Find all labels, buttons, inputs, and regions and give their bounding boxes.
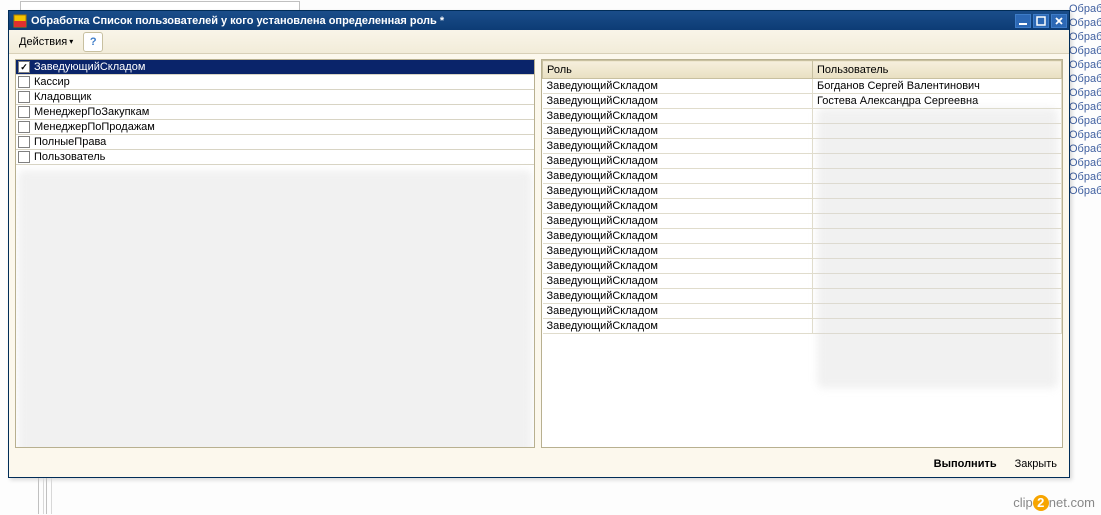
close-button[interactable] (1051, 14, 1067, 28)
role-row[interactable]: ПолныеПрава (16, 135, 534, 150)
cell-role: ЗаведующийСкладом (543, 139, 813, 154)
maximize-button[interactable] (1033, 14, 1049, 28)
cell-role: ЗаведующийСкладом (543, 304, 813, 319)
background-splitter-1 (38, 478, 44, 514)
cell-role: ЗаведующийСкладом (543, 154, 813, 169)
cell-user: Гостева Александра Сергеевна (813, 94, 1062, 109)
watermark-2: 2 (1033, 495, 1049, 511)
role-row[interactable]: МенеджерПоЗакупкам (16, 105, 534, 120)
background-text: Обрабс (1069, 114, 1099, 128)
background-text: Обрабс (1069, 72, 1099, 86)
background-text: Обрабс (1069, 184, 1099, 198)
titlebar: Обработка Список пользователей у кого ус… (9, 11, 1069, 30)
help-button[interactable]: ? (83, 32, 103, 52)
cell-role: ЗаведующийСкладом (543, 169, 813, 184)
actions-menu-label: Действия (19, 36, 67, 48)
role-label: ЗаведующийСкладом (34, 61, 145, 73)
cell-role: ЗаведующийСкладом (543, 94, 813, 109)
close-icon (1054, 16, 1064, 26)
background-text: Обрабс (1069, 170, 1099, 184)
results-panel: Роль Пользователь ЗаведующийСкладомБогда… (541, 59, 1063, 448)
roles-checklist: ЗаведующийСкладом Кассир Кладовщик Менеджер… (16, 60, 534, 165)
role-row[interactable]: ЗаведующийСкладом (16, 60, 534, 75)
table-row[interactable]: ЗаведующийСкладомБогданов Сергей Валенти… (543, 79, 1062, 94)
cell-role: ЗаведующийСкладом (543, 184, 813, 199)
watermark-net: net (1049, 495, 1067, 510)
role-row[interactable]: Пользователь (16, 150, 534, 165)
content-area: ЗаведующийСкладом Кассир Кладовщик Менеджер… (9, 54, 1069, 451)
column-header-user[interactable]: Пользователь (813, 61, 1062, 79)
role-checkbox[interactable] (18, 106, 30, 118)
role-checkbox[interactable] (18, 121, 30, 133)
role-checkbox[interactable] (18, 76, 30, 88)
execute-button[interactable]: Выполнить (930, 456, 1001, 472)
actions-menu[interactable]: Действия ▾ (13, 34, 79, 50)
cell-role: ЗаведующийСкладом (543, 79, 813, 94)
role-label: Кладовщик (34, 91, 91, 103)
role-label: Кассир (34, 76, 70, 88)
background-text: Обрабс (1069, 142, 1099, 156)
table-row[interactable]: ЗаведующийСкладомГостева Александра Серг… (543, 94, 1062, 109)
column-header-role[interactable]: Роль (543, 61, 813, 79)
role-label: ПолныеПрава (34, 136, 106, 148)
background-text: Обрабс (1069, 58, 1099, 72)
window-title: Обработка Список пользователей у кого ус… (31, 15, 1015, 27)
cell-role: ЗаведующийСкладом (543, 124, 813, 139)
background-text: Обрабс (1069, 86, 1099, 100)
watermark-com: .com (1067, 495, 1095, 510)
role-row[interactable]: Кассир (16, 75, 534, 90)
role-checkbox[interactable] (18, 136, 30, 148)
redacted-roles-area (18, 170, 532, 448)
minimize-button[interactable] (1015, 14, 1031, 28)
role-row[interactable]: Кладовщик (16, 90, 534, 105)
background-text: Обрабс (1069, 128, 1099, 142)
cell-role: ЗаведующийСкладом (543, 319, 813, 334)
background-text: Обрабс (1069, 100, 1099, 114)
watermark-clip: clip (1013, 495, 1033, 510)
chevron-down-icon: ▾ (69, 37, 73, 46)
app-icon (13, 14, 27, 28)
roles-panel: ЗаведующийСкладом Кассир Кладовщик Менеджер… (15, 59, 535, 448)
cell-role: ЗаведующийСкладом (543, 259, 813, 274)
role-row[interactable]: МенеджерПоПродажам (16, 120, 534, 135)
minimize-icon (1018, 16, 1028, 26)
redacted-users-area (817, 108, 1058, 388)
main-window: Обработка Список пользователей у кого ус… (8, 10, 1070, 478)
role-label: МенеджерПоПродажам (34, 121, 155, 133)
background-text: Обрабс (1069, 2, 1099, 16)
cell-role: ЗаведующийСкладом (543, 274, 813, 289)
background-right-strip: ОбрабсОбрабсОбрабсОбрабсОбрабсОбрабсОбра… (1069, 2, 1099, 198)
cell-role: ЗаведующийСкладом (543, 199, 813, 214)
role-checkbox[interactable] (18, 91, 30, 103)
cell-role: ЗаведующийСкладом (543, 289, 813, 304)
role-checkbox[interactable] (18, 151, 30, 163)
cell-role: ЗаведующийСкладом (543, 109, 813, 124)
background-text: Обрабс (1069, 156, 1099, 170)
cell-role: ЗаведующийСкладом (543, 229, 813, 244)
background-text: Обрабс (1069, 44, 1099, 58)
background-text: Обрабс (1069, 16, 1099, 30)
role-label: Пользователь (34, 151, 105, 163)
toolbar: Действия ▾ ? (9, 30, 1069, 54)
background-splitter-2 (46, 478, 52, 514)
role-label: МенеджерПоЗакупкам (34, 106, 149, 118)
help-icon: ? (90, 36, 97, 48)
maximize-icon (1036, 16, 1046, 26)
cell-user: Богданов Сергей Валентинович (813, 79, 1062, 94)
cell-role: ЗаведующийСкладом (543, 244, 813, 259)
role-checkbox[interactable] (18, 61, 30, 73)
watermark: clip2net.com (1013, 495, 1095, 511)
close-form-button[interactable]: Закрыть (1011, 456, 1061, 472)
background-text: Обрабс (1069, 30, 1099, 44)
footer-bar: Выполнить Закрыть (9, 451, 1069, 477)
cell-role: ЗаведующийСкладом (543, 214, 813, 229)
